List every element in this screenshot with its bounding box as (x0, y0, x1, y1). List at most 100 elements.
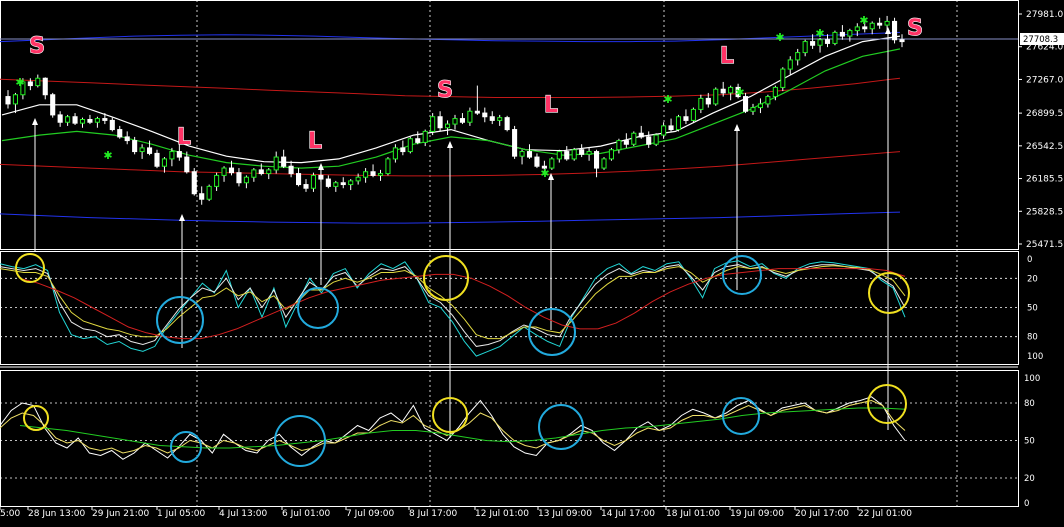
candle-bear (415, 138, 421, 143)
candle-bear (340, 182, 346, 186)
chart-svg: 27981.027624.027267.026899.526542.526185… (0, 0, 1064, 523)
candle-bear (191, 171, 197, 195)
candle-bear (526, 151, 533, 158)
time-tick-label: 22 Jul 01:00 (858, 509, 912, 519)
candle-bull (310, 174, 316, 189)
candle-bull (616, 140, 622, 151)
candle-bull (243, 176, 249, 184)
time-tick-label: 4 Jul 13:00 (219, 509, 268, 519)
ind2-tick-label: 0 (1024, 499, 1029, 509)
candle-bull (713, 88, 719, 105)
candle-bull (817, 39, 823, 46)
time-tick-label: 1 Jul 05:00 (157, 509, 206, 519)
candle-bull (161, 158, 167, 167)
candle-bear (512, 129, 518, 157)
candle-bull (757, 103, 763, 109)
candle-bear (504, 117, 510, 131)
candle-bear (184, 156, 190, 173)
candle-bear (474, 110, 480, 114)
signal-label-S: S (29, 34, 45, 59)
time-tick-label: 13 Jul 09:00 (538, 509, 592, 519)
signal-label-L: L (720, 44, 734, 69)
candle-bull (273, 156, 279, 171)
candle-bear (176, 151, 182, 158)
green-star-marker: ✱ (663, 93, 672, 106)
candle-bear (810, 41, 816, 46)
candle-bull (832, 31, 838, 44)
candle-bull (795, 52, 801, 61)
candle-bull (79, 118, 86, 124)
candle-bull (139, 147, 145, 153)
candle-bear (5, 96, 11, 105)
candle-bear (132, 140, 138, 153)
ind1-tick-label: 50 (1027, 304, 1038, 314)
candle-bull (266, 169, 272, 175)
signal-label-L: L (544, 93, 558, 118)
time-tick-label: 7 Jul 09:00 (346, 509, 395, 519)
time-tick-label: 5:00 (0, 509, 20, 519)
time-tick-label: 8 Jul 17:00 (409, 509, 458, 519)
candle-bull (35, 77, 41, 87)
candle-bear (370, 171, 376, 176)
candle-bull (653, 134, 659, 145)
candle-bull (728, 86, 734, 94)
candle-bear (236, 172, 242, 184)
candle-bear (57, 114, 63, 123)
candle-bull (601, 158, 607, 169)
candle-bear (892, 20, 898, 41)
trading-chart: 27981.0 27624.0 27267.0 26899.5 26542.5 26185… (0, 0, 1064, 523)
candle-bear (109, 119, 115, 131)
candle-bear (258, 169, 264, 175)
candle-bull (549, 158, 555, 169)
candle-bull (869, 22, 875, 30)
price-tick-label: 26185.5 (1026, 175, 1063, 185)
candle-bull (12, 94, 18, 105)
signal-label-L: L (177, 125, 191, 150)
price-tick-label: 27981.0 (1026, 10, 1063, 20)
candle-bear (199, 193, 205, 200)
ind1-tick-label: 100 (1027, 352, 1043, 362)
price-tick-label: 27267.0 (1026, 75, 1063, 85)
candle-bear (281, 156, 287, 167)
candle-bull (363, 171, 369, 178)
candle-bear (124, 136, 130, 142)
candle-bull (661, 125, 667, 136)
green-star-marker: ✱ (15, 76, 24, 89)
time-tick-label: 18 Jul 01:00 (666, 509, 720, 519)
ind1-tick-label: 20 (1027, 274, 1038, 284)
time-tick-label: 6 Jul 01:00 (282, 509, 331, 519)
candle-bull (206, 185, 212, 200)
candle-bear (899, 39, 905, 43)
candle-bull (608, 149, 614, 160)
candle-bull (690, 108, 696, 121)
candle-bull (750, 107, 756, 112)
candle-bear (482, 112, 488, 118)
candle-bull (452, 118, 458, 125)
candle-bear (117, 129, 123, 138)
candle-bull (556, 151, 562, 160)
candle-bear (683, 116, 689, 121)
candle-bull (847, 30, 853, 37)
candle-bull (377, 173, 384, 176)
signal-label-L: L (308, 129, 322, 154)
candle-bear (668, 125, 674, 131)
candle-bear (228, 167, 235, 174)
candle-bull (422, 130, 428, 143)
candle-bull (884, 20, 890, 26)
candle-bull (445, 123, 451, 129)
candle-bear (400, 147, 406, 153)
candle-bear (87, 118, 93, 123)
candle-bear (877, 22, 883, 26)
candle-bear (27, 81, 33, 87)
price-tick-label: 25828.5 (1026, 207, 1063, 217)
time-tick-label: 28 Jun 13:00 (28, 509, 85, 519)
candle-bull (251, 169, 257, 178)
candle-bull (65, 116, 71, 123)
candle-bull (392, 147, 398, 160)
candle-bear (459, 118, 465, 123)
candle-bear (50, 94, 56, 116)
candle-bull (787, 59, 793, 70)
candle-bull (675, 116, 682, 131)
candle-bear (638, 132, 644, 138)
candle-bull (467, 110, 473, 123)
